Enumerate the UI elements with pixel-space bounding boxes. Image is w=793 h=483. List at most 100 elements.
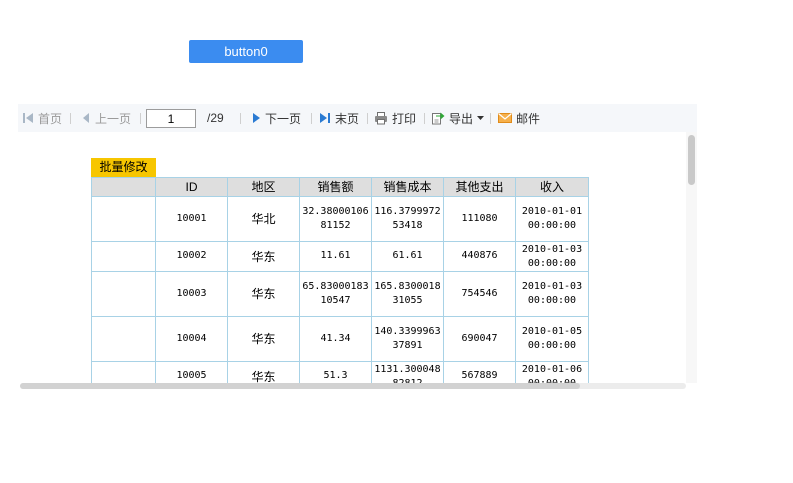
cell-id: 10001	[155, 196, 228, 242]
button0[interactable]: button0	[189, 40, 303, 63]
cell-sales: 32.3800010681152	[299, 196, 372, 242]
page-number-input[interactable]	[146, 109, 196, 128]
cell-other-expense: 440876	[443, 241, 516, 272]
print-icon	[374, 111, 388, 125]
export-label: 导出	[449, 111, 474, 126]
column-header-other-expense: 其他支出	[443, 177, 516, 197]
cell-id-value: 10001	[176, 212, 207, 224]
toolbar-separator	[140, 113, 141, 124]
cell-other-expense-value: 754546	[461, 287, 498, 299]
cell-id: 10004	[155, 316, 228, 362]
toolbar-separator	[424, 113, 425, 124]
cell-income: 2010-01-03 00:00:00	[515, 241, 589, 272]
vertical-scrollbar[interactable]	[686, 132, 697, 383]
column-header-sales: 销售额	[299, 177, 372, 197]
cell-region: 华东	[227, 271, 300, 317]
last-page-icon	[319, 111, 331, 125]
cell-region: 华东	[227, 316, 300, 362]
cell-income: 2010-01-06 00:00:00	[515, 361, 589, 384]
print-button[interactable]: 打印	[374, 104, 416, 132]
cell-income-value: 2010-01-01 00:00:00	[521, 206, 583, 231]
cell-sales-value: 41.34	[320, 332, 351, 344]
cell-id: 10003	[155, 271, 228, 317]
cell-sales: 65.8300018310547	[299, 271, 372, 317]
column-header-income: 收入	[515, 177, 589, 197]
cell-other-expense-value: 567889	[461, 370, 498, 381]
toolbar-separator	[367, 113, 368, 124]
cell-income-value: 2010-01-03 00:00:00	[521, 243, 583, 269]
cell-id: 10002	[155, 241, 228, 272]
prev-page-label: 上一页	[95, 111, 132, 126]
cell-income: 2010-01-01 00:00:00	[515, 196, 589, 242]
cell-sales: 41.34	[299, 316, 372, 362]
cell-income-value: 2010-01-06 00:00:00	[521, 363, 583, 384]
cell-sales-value: 51.3	[323, 370, 348, 381]
cell-other-expense: 690047	[443, 316, 516, 362]
export-button[interactable]: 导出	[431, 104, 485, 132]
cell-region: 华东	[227, 241, 300, 272]
column-header-blank	[91, 177, 156, 197]
cell-cost-value: 1131.30004882812	[374, 363, 441, 384]
prev-page-button[interactable]: 上一页	[80, 104, 131, 132]
last-page-button[interactable]: 末页	[319, 104, 359, 132]
cell-cost-value: 165.830001831055	[374, 281, 441, 306]
row-blank-cell	[91, 271, 156, 317]
horizontal-scrollbar[interactable]	[18, 382, 686, 391]
cell-other-expense: 111080	[443, 196, 516, 242]
cell-cost: 1131.30004882812	[371, 361, 444, 384]
mail-icon	[498, 111, 512, 125]
print-label: 打印	[392, 111, 417, 126]
row-blank-cell	[91, 241, 156, 272]
cell-sales-value: 32.3800010681152	[302, 206, 369, 231]
mail-label: 邮件	[516, 111, 541, 126]
first-page-icon	[22, 111, 34, 125]
table-row: 10004 华东 41.34 140.339996337891 690047 2…	[91, 316, 589, 362]
toolbar-separator	[240, 113, 241, 124]
table-header-row: ID 地区 销售额 销售成本 其他支出 收入	[91, 177, 589, 197]
vertical-scrollbar-thumb[interactable]	[688, 135, 695, 185]
first-page-button[interactable]: 首页	[22, 104, 62, 132]
table-row: 10002 华东 11.61 61.61 440876 2010-01-03 0…	[91, 241, 589, 272]
cell-income: 2010-01-03 00:00:00	[515, 271, 589, 317]
last-page-label: 末页	[335, 111, 360, 126]
toolbar-separator	[311, 113, 312, 124]
cell-sales: 51.3	[299, 361, 372, 383]
row-blank-cell	[91, 196, 156, 242]
cell-region: 华东	[227, 361, 300, 383]
report-viewport[interactable]: 批量修改 ID 地区 销售额 销售成本 其他支出 收入 10001 华北 32.…	[18, 132, 686, 383]
cell-sales: 11.61	[299, 241, 372, 272]
cell-id-value: 10005	[176, 370, 207, 381]
cell-other-expense-value: 111080	[461, 212, 498, 224]
column-header-id: ID	[155, 177, 228, 197]
cell-cost-value: 140.339996337891	[374, 326, 441, 351]
report-table: ID 地区 销售额 销售成本 其他支出 收入 10001 华北 32.38000…	[91, 177, 589, 383]
horizontal-scrollbar-thumb[interactable]	[20, 383, 580, 389]
cell-other-expense: 754546	[443, 271, 516, 317]
row-blank-cell	[91, 361, 156, 383]
cell-sales-value: 11.61	[320, 250, 351, 261]
cell-cost-value: 116.379997253418	[374, 206, 441, 231]
cell-cost: 61.61	[371, 241, 444, 272]
cell-sales-value: 65.8300018310547	[302, 281, 369, 306]
column-header-region: 地区	[227, 177, 300, 197]
cell-cost-value: 61.61	[392, 250, 423, 261]
row-blank-cell	[91, 316, 156, 362]
next-page-label: 下一页	[265, 111, 302, 126]
next-page-button[interactable]: 下一页	[252, 104, 301, 132]
cell-income-value: 2010-01-05 00:00:00	[521, 326, 583, 351]
batch-edit-button[interactable]: 批量修改	[91, 158, 156, 177]
cell-income: 2010-01-05 00:00:00	[515, 316, 589, 362]
cell-other-expense-value: 690047	[461, 332, 498, 344]
cell-cost: 140.339996337891	[371, 316, 444, 362]
cell-cost: 165.830001831055	[371, 271, 444, 317]
export-icon	[431, 111, 445, 125]
chevron-down-icon	[477, 116, 485, 120]
column-header-cost: 销售成本	[371, 177, 444, 197]
page-total: /29	[207, 111, 224, 125]
mail-button[interactable]: 邮件	[498, 104, 540, 132]
cell-region: 华北	[227, 196, 300, 242]
cell-id-value: 10003	[176, 287, 207, 299]
table-row: 10003 华东 65.8300018310547 165.8300018310…	[91, 271, 589, 317]
cell-id-value: 10004	[176, 332, 207, 344]
cell-id-value: 10002	[176, 250, 207, 261]
